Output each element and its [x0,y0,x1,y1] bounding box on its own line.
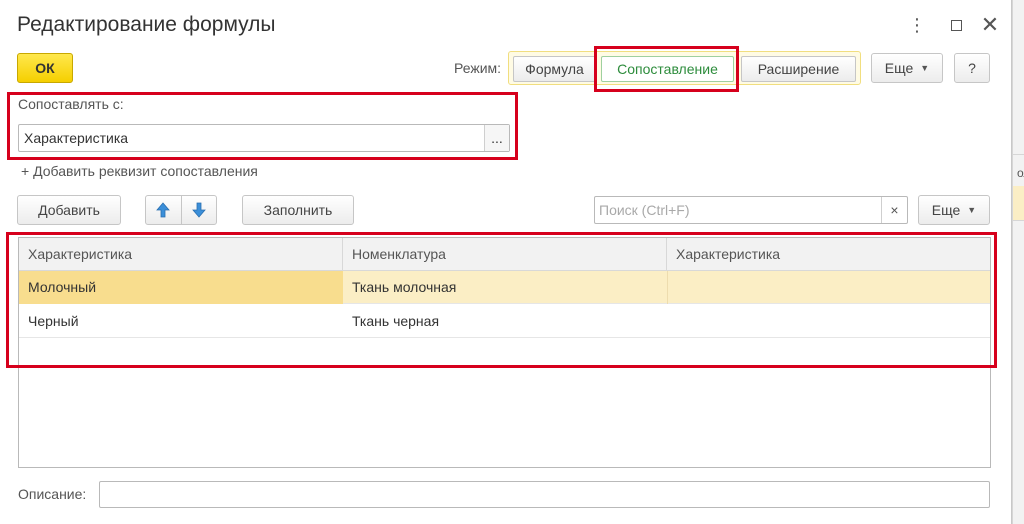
window-title: Редактирование формулы [17,13,276,36]
select-ellipsis-button[interactable]: ... [484,125,509,151]
mode-matching-button[interactable]: Сопоставление [601,56,734,82]
match-with-field[interactable]: Характеристика ... [18,124,510,152]
arrow-down-icon [191,202,206,218]
search-box: × [594,196,908,224]
maximize-icon[interactable] [945,12,967,38]
table-more-label: Еще [931,202,961,218]
table-row[interactable]: Черный Ткань черная [19,305,990,338]
search-input[interactable] [595,197,881,223]
more-options-icon[interactable]: ⋮ [906,12,928,38]
clear-search-icon[interactable]: × [881,197,907,223]
match-with-label: Сопоставлять с: [18,96,124,112]
add-row-button[interactable]: Добавить [17,195,121,225]
more-button-label: Еще [884,60,914,76]
match-with-value: Характеристика [24,130,129,146]
help-button[interactable]: ? [954,53,990,83]
table-cell: Ткань черная [352,313,440,329]
column-header-characteristic-2[interactable]: Характеристика [667,238,990,271]
arrow-up-icon [156,202,171,218]
formula-editor-window: Редактирование формулы ⋮ ✕ ОК Режим: Фор… [0,0,1012,524]
ok-button[interactable]: ОК [17,53,73,83]
table-cell [667,271,990,304]
background-text-fragment: ол [1017,166,1024,180]
move-buttons [145,195,217,225]
table-row[interactable]: Молочный Ткань молочная [19,271,990,304]
description-field[interactable] [99,481,990,508]
table-cell [667,305,990,338]
table-cell: Молочный [19,271,343,304]
column-header-characteristic[interactable]: Характеристика [19,238,343,271]
table-cell: Ткань молочная [352,279,457,295]
move-down-button[interactable] [180,196,217,224]
mode-switcher: Формула Сопоставление Расширение [508,51,861,85]
mode-label: Режим: [454,60,502,76]
mode-extension-button[interactable]: Расширение [741,56,856,82]
more-button[interactable]: Еще ▼ [871,53,943,83]
table-more-button[interactable]: Еще ▼ [918,195,990,225]
background-selected-row [1013,186,1024,220]
caret-down-icon: ▼ [920,63,930,73]
mode-formula-button[interactable]: Формула [513,56,596,82]
caret-down-icon: ▼ [967,205,977,215]
add-matching-attribute-link[interactable]: + Добавить реквизит сопоставления [21,163,258,179]
table-cell: Черный [28,313,79,329]
background-window-edge: ол [1012,0,1024,524]
fill-button[interactable]: Заполнить [242,195,354,225]
description-label: Описание: [18,486,87,502]
close-icon[interactable]: ✕ [979,12,1001,38]
move-up-button[interactable] [146,196,181,224]
column-header-nomenclature[interactable]: Номенклатура [343,238,667,271]
matching-table: Характеристика Номенклатура Характеристи… [18,237,991,468]
table-header: Характеристика Номенклатура Характеристи… [19,238,990,271]
